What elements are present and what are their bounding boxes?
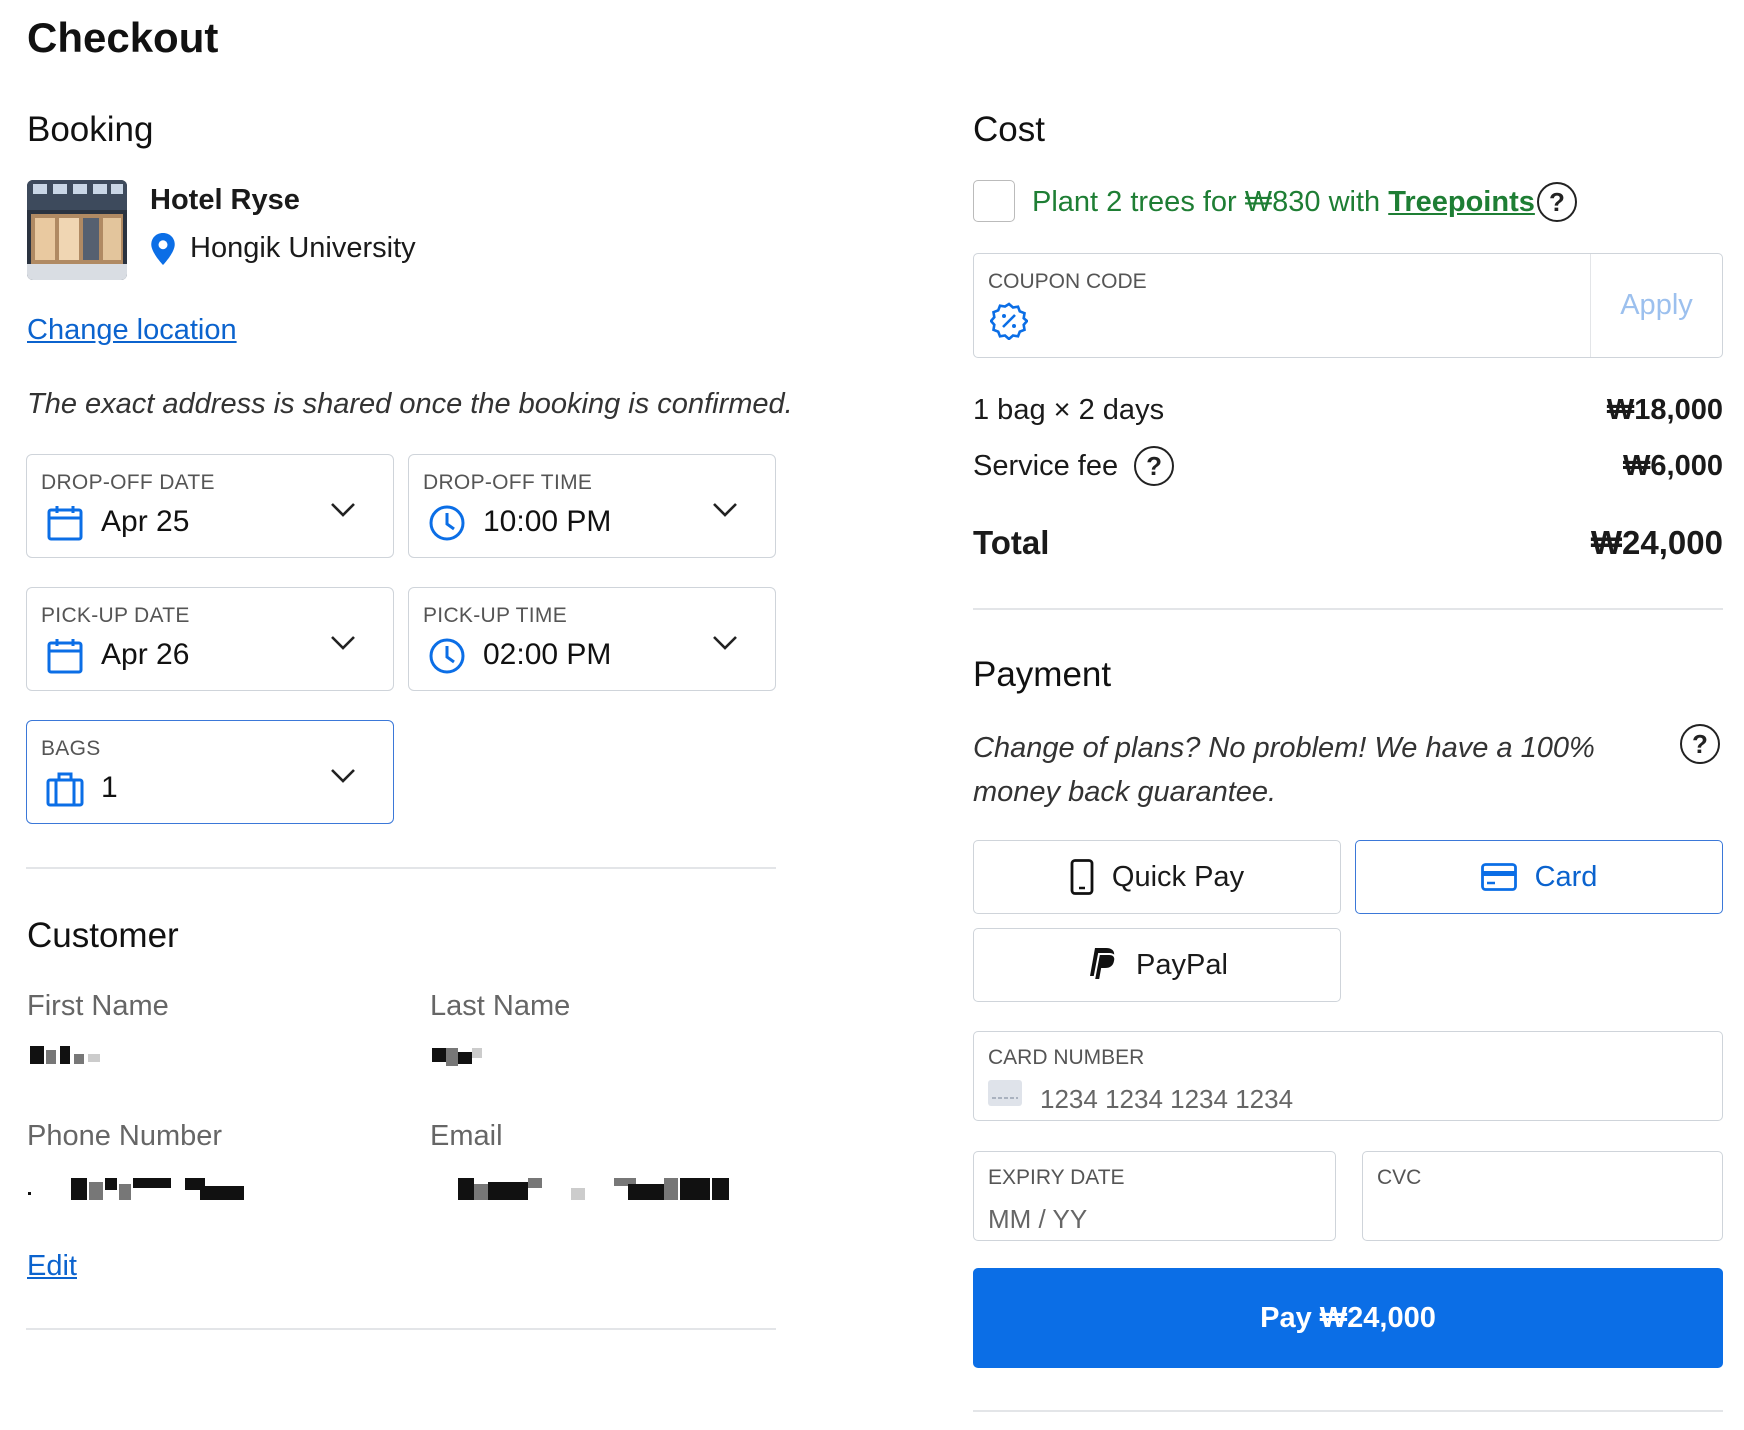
- bags-select[interactable]: BAGS 1: [26, 720, 394, 824]
- customer-section-title: Customer: [27, 916, 179, 955]
- bags-label: BAGS: [41, 737, 101, 760]
- cvc-field[interactable]: CVC: [1362, 1151, 1723, 1241]
- payment-divider: [973, 1410, 1723, 1412]
- coupon-code-field[interactable]: COUPON CODE Apply: [973, 253, 1723, 358]
- line-item-row: 1 bag × 2 days ₩18,000: [973, 390, 1723, 430]
- service-fee-amount: ₩6,000: [1623, 449, 1723, 482]
- total-label: Total: [973, 524, 1050, 561]
- plant-trees-text: Plant 2 trees for ₩830 with Treepoints: [1032, 186, 1535, 219]
- credit-card-icon: [1480, 863, 1517, 891]
- clock-icon: [429, 505, 465, 541]
- calendar-icon: [47, 506, 83, 541]
- pickup-time-select[interactable]: PICK-UP TIME 02:00 PM: [408, 587, 776, 691]
- money-back-note: Change of plans? No problem! We have a 1…: [973, 732, 1595, 808]
- treepoints-help-icon[interactable]: ?: [1537, 182, 1577, 222]
- discount-badge-icon: [990, 302, 1028, 340]
- treepoints-link[interactable]: Treepoints: [1388, 186, 1535, 218]
- clock-icon: [429, 638, 465, 674]
- first-name-label: First Name: [27, 990, 169, 1022]
- guarantee-help-icon[interactable]: ?: [1680, 724, 1720, 764]
- expiry-date-field[interactable]: EXPIRY DATE MM / YY: [973, 1151, 1336, 1241]
- briefcase-icon: [46, 772, 84, 807]
- dropoff-time-label: DROP-OFF TIME: [423, 471, 593, 494]
- service-fee-label-group: Service fee ?: [973, 446, 1175, 486]
- edit-customer-link[interactable]: Edit: [27, 1250, 77, 1283]
- line-item-label: 1 bag × 2 days: [973, 393, 1165, 426]
- pickup-date-label: PICK-UP DATE: [41, 604, 190, 627]
- phone-icon: [1070, 859, 1094, 895]
- quick-pay-button[interactable]: Quick Pay: [973, 840, 1341, 914]
- cost-divider: [973, 608, 1723, 610]
- change-location-link[interactable]: Change location: [27, 314, 237, 347]
- pickup-date-select[interactable]: PICK-UP DATE Apr 26: [26, 587, 394, 691]
- pay-button[interactable]: Pay ₩24,000: [973, 1268, 1723, 1368]
- card-number-field[interactable]: CARD NUMBER 1234 1234 1234 1234: [973, 1031, 1723, 1121]
- calendar-icon: [47, 639, 83, 674]
- dropoff-time-value: 10:00 PM: [483, 505, 612, 538]
- hotel-thumbnail: [27, 180, 127, 280]
- expiry-date-placeholder: MM / YY: [988, 1204, 1088, 1234]
- paypal-button[interactable]: PayPal: [973, 928, 1341, 1002]
- chevron-down-icon: [331, 636, 355, 650]
- plant-trees-checkbox[interactable]: [973, 180, 1015, 222]
- hotel-name: Hotel Ryse: [150, 184, 300, 216]
- cost-section-title: Cost: [973, 110, 1045, 149]
- expiry-date-label: EXPIRY DATE: [988, 1166, 1125, 1189]
- card-brand-placeholder-icon: [988, 1080, 1022, 1106]
- total-amount: ₩24,000: [1590, 524, 1723, 561]
- dropoff-date-label: DROP-OFF DATE: [41, 471, 215, 494]
- quick-pay-label: Quick Pay: [1111, 860, 1245, 893]
- chevron-down-icon: [331, 769, 355, 783]
- pickup-time-value: 02:00 PM: [483, 638, 612, 671]
- paypal-icon: [1090, 948, 1117, 981]
- pickup-time-label: PICK-UP TIME: [423, 604, 568, 627]
- paypal-label: PayPal: [1136, 948, 1228, 981]
- card-number-label: CARD NUMBER: [988, 1046, 1145, 1069]
- map-pin-icon: [151, 232, 175, 265]
- card-method-label: Card: [1534, 860, 1598, 893]
- cvc-label: CVC: [1377, 1166, 1422, 1189]
- page-title: Checkout: [27, 14, 219, 61]
- last-name-label: Last Name: [430, 990, 571, 1022]
- service-fee-row: Service fee ? ₩6,000: [973, 444, 1723, 488]
- pickup-date-value: Apr 26: [101, 638, 190, 671]
- line-item-amount: ₩18,000: [1606, 393, 1723, 426]
- chevron-down-icon: [713, 636, 737, 650]
- hotel-location: Hongik University: [150, 232, 416, 265]
- customer-divider: [26, 1328, 776, 1330]
- bags-value: 1: [101, 771, 118, 804]
- dropoff-date-value: Apr 25: [101, 505, 190, 538]
- phone-number-label: Phone Number: [27, 1120, 223, 1152]
- chevron-down-icon: [331, 503, 355, 517]
- payment-section-title: Payment: [973, 655, 1112, 694]
- service-fee-help-icon[interactable]: ?: [1134, 446, 1175, 486]
- booking-section-title: Booking: [27, 110, 154, 149]
- dropoff-date-select[interactable]: DROP-OFF DATE Apr 25: [26, 454, 394, 558]
- email-label: Email: [430, 1120, 503, 1152]
- address-note: The exact address is shared once the boo…: [27, 388, 793, 420]
- booking-divider: [26, 867, 776, 869]
- coupon-code-label: COUPON CODE: [988, 270, 1147, 293]
- card-method-button[interactable]: Card: [1355, 840, 1723, 914]
- plant-trees-label: Plant 2 trees for ₩830 with: [1032, 186, 1389, 218]
- chevron-down-icon: [713, 503, 737, 517]
- card-number-placeholder: 1234 1234 1234 1234: [1040, 1084, 1294, 1114]
- dropoff-time-select[interactable]: DROP-OFF TIME 10:00 PM: [408, 454, 776, 558]
- total-row: Total ₩24,000: [973, 520, 1723, 566]
- service-fee-label: Service fee: [973, 449, 1119, 482]
- hotel-location-text: Hongik University: [190, 232, 416, 264]
- apply-coupon-button[interactable]: Apply: [1590, 254, 1722, 357]
